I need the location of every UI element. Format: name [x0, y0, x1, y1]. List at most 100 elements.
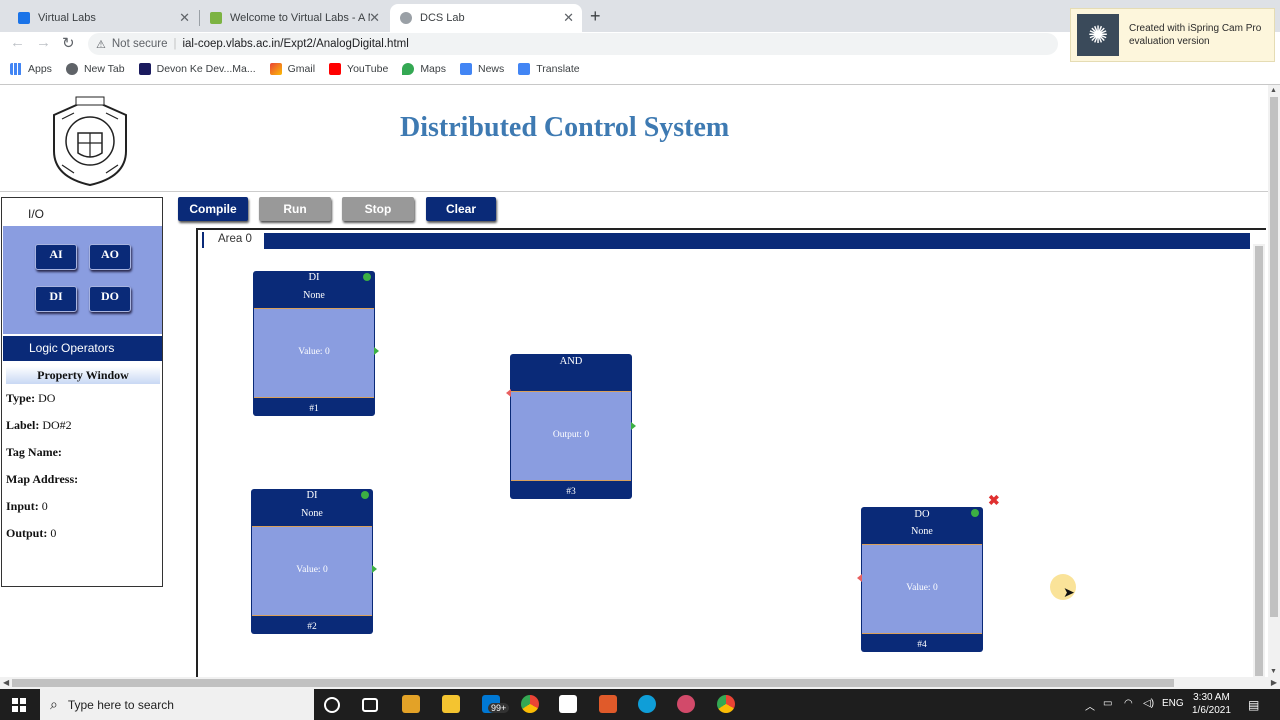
media-player-icon[interactable]: [402, 695, 420, 713]
virtual-labs-favicon-icon: [18, 12, 30, 24]
new-tab-icon[interactable]: +: [590, 6, 601, 27]
bookmark-translate[interactable]: Translate: [518, 63, 580, 75]
block-body: Output: 0: [511, 391, 631, 481]
show-hidden-icons-icon[interactable]: ︿: [1085, 698, 1095, 713]
battery-icon[interactable]: ▭: [1103, 698, 1112, 709]
close-tab-icon[interactable]: ✕: [563, 10, 574, 26]
url-text: ial-coep.vlabs.ac.in/Expt2/AnalogDigital…: [182, 38, 409, 50]
property-value: 0: [41, 499, 48, 513]
close-tab-icon[interactable]: ✕: [179, 10, 190, 26]
bookmark-gmail[interactable]: Gmail: [269, 63, 316, 75]
volume-icon[interactable]: ◁): [1143, 698, 1154, 709]
property-label: Tag Name:: [6, 445, 62, 459]
cortana-icon[interactable]: [324, 697, 340, 713]
bookmark-label: YouTube: [347, 63, 389, 75]
block-value: Value: 0: [298, 347, 330, 357]
block-id: #1: [309, 404, 319, 414]
property-window-title: Property Window: [6, 366, 160, 384]
forward-icon[interactable]: →: [36, 34, 51, 51]
do-block-4[interactable]: DO None Value: 0 #4: [857, 507, 983, 652]
io-panel: I/O AI AO DI DO Logic Operators Property…: [1, 197, 163, 587]
block-title: DI: [306, 490, 318, 501]
page-content: Distributed Control System I/O AI AO DI …: [0, 85, 1268, 677]
ai-block-button[interactable]: AI: [35, 244, 77, 270]
block-value: Value: 0: [906, 583, 938, 593]
globe-icon: [65, 63, 78, 75]
output-port-icon[interactable]: [631, 422, 636, 430]
property-tag-name: Tag Name:: [6, 445, 62, 460]
do-block-button[interactable]: DO: [89, 286, 131, 312]
chrome-icon[interactable]: [521, 695, 539, 713]
taskbar-clock[interactable]: 3:30 AM 1/6/2021: [1192, 691, 1231, 717]
task-view-icon[interactable]: [362, 698, 378, 712]
page-horizontal-scrollbar[interactable]: ◀ ▶: [0, 677, 1280, 689]
output-port-icon[interactable]: [372, 565, 377, 573]
compile-button[interactable]: Compile: [178, 197, 248, 221]
logic-operators-toggle[interactable]: Logic Operators: [3, 336, 162, 361]
gmail-icon: [269, 63, 282, 75]
add-icon[interactable]: [971, 509, 979, 517]
block-subtitle: None: [911, 526, 933, 537]
run-button[interactable]: Run: [259, 197, 331, 221]
tab-dcs-lab[interactable]: DCS Lab ✕: [390, 4, 582, 32]
input-port-icon[interactable]: [506, 389, 511, 397]
file-explorer-icon[interactable]: [442, 695, 460, 713]
property-label: Type:: [6, 391, 36, 405]
address-bar[interactable]: ⚠ Not secure | ial-coep.vlabs.ac.in/Expt…: [88, 33, 1058, 55]
app-icon[interactable]: [677, 695, 695, 713]
add-icon[interactable]: [363, 273, 371, 281]
delete-block-icon[interactable]: ✖: [988, 492, 1000, 509]
bookmark-new-tab[interactable]: New Tab: [65, 63, 125, 75]
output-port-icon[interactable]: [374, 347, 379, 355]
tab-virtual-labs[interactable]: Virtual Labs ✕: [8, 4, 198, 32]
office-icon[interactable]: [599, 695, 617, 713]
canvas-scrollbar[interactable]: [1253, 244, 1265, 677]
add-icon[interactable]: [361, 491, 369, 499]
clear-button[interactable]: Clear: [426, 197, 496, 221]
stop-button[interactable]: Stop: [342, 197, 414, 221]
notifications-icon[interactable]: ▤: [1248, 698, 1259, 712]
language-indicator[interactable]: ENG: [1162, 698, 1184, 709]
area-tab[interactable]: Area 0: [202, 232, 260, 248]
bookmark-label: News: [478, 63, 505, 75]
chrome-active-icon[interactable]: [717, 695, 735, 713]
store-icon[interactable]: [559, 695, 577, 713]
di-block-2[interactable]: DI None Value: 0 #2: [251, 489, 377, 634]
close-tab-icon[interactable]: ✕: [369, 10, 380, 26]
input-port-icon[interactable]: [857, 574, 862, 582]
and-block-3[interactable]: AND Output: 0 #3: [506, 354, 636, 499]
tab-label: Virtual Labs: [38, 12, 96, 24]
block-id: #3: [566, 487, 576, 497]
di-block-1[interactable]: DI None Value: 0 #1: [253, 271, 379, 416]
back-icon[interactable]: ←: [10, 34, 25, 51]
edge-icon[interactable]: [638, 695, 656, 713]
block-title: AND: [559, 356, 583, 367]
taskbar-search-box[interactable]: ⌕ Type here to search: [40, 689, 314, 720]
windows-start-icon[interactable]: [12, 698, 26, 712]
tab-label: Welcome to Virtual Labs - A MHR: [230, 12, 370, 24]
block-value: Value: 0: [296, 565, 328, 575]
bookmark-youtube[interactable]: YouTube: [329, 63, 388, 75]
college-emblem-logo: [53, 96, 127, 187]
design-canvas[interactable]: Area 0 DI None Value: 0 #1 DI None Value…: [196, 228, 1266, 677]
di-block-button[interactable]: DI: [35, 286, 77, 312]
block-value: Output: 0: [552, 430, 590, 440]
property-value: DO: [38, 391, 56, 405]
reload-icon[interactable]: ↻: [62, 34, 75, 52]
bookmark-apps[interactable]: Apps: [10, 63, 52, 75]
block-id: #2: [307, 622, 317, 632]
wifi-icon[interactable]: ◠: [1124, 698, 1133, 709]
welcome-favicon-icon: [210, 12, 222, 24]
bookmark-label: Gmail: [287, 63, 316, 75]
news-icon: [460, 63, 472, 75]
bookmark-news[interactable]: News: [460, 63, 504, 75]
bookmark-devon[interactable]: Devon Ke Dev...Ma...: [138, 63, 256, 75]
page-vertical-scrollbar[interactable]: ▲ ▼: [1268, 85, 1280, 677]
property-label-row: Label: DO#2: [6, 418, 72, 433]
tab-welcome[interactable]: Welcome to Virtual Labs - A MHR ✕: [200, 4, 388, 32]
ao-block-button[interactable]: AO: [89, 244, 131, 270]
clock-time: 3:30 AM: [1193, 692, 1230, 703]
ispring-watermark: ✺ Created with iSpring Cam Pro evaluatio…: [1070, 8, 1275, 62]
bookmark-maps[interactable]: Maps: [402, 63, 446, 75]
divider: |: [173, 38, 177, 50]
